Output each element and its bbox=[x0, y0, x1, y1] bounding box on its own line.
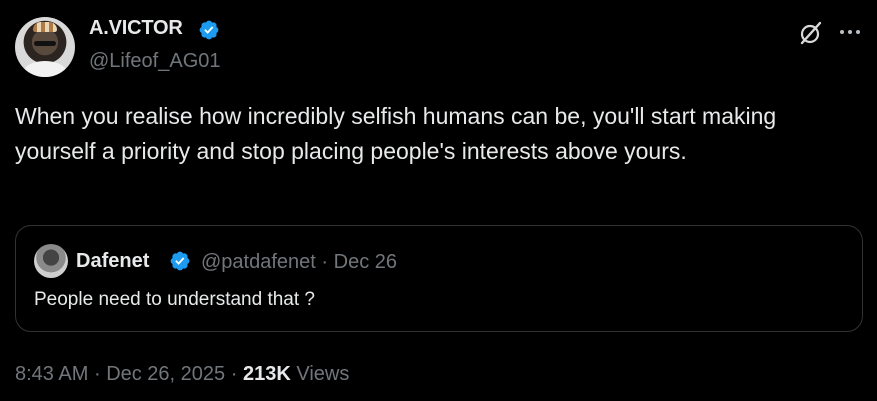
quoted-tweet-card[interactable]: Dafenet @patdafenet · Dec 26 People need… bbox=[15, 225, 863, 332]
quoted-meta: @patdafenet · Dec 26 bbox=[201, 251, 397, 274]
more-icon[interactable] bbox=[838, 22, 862, 42]
quoted-author-handle: @patdafenet bbox=[201, 251, 316, 273]
views-label: Views bbox=[296, 363, 350, 385]
tweet-date[interactable]: Dec 26, 2025 bbox=[106, 363, 225, 385]
author-avatar[interactable] bbox=[15, 17, 75, 77]
avatar-glasses bbox=[34, 41, 56, 46]
tweet-time[interactable]: 8:43 AM bbox=[15, 363, 88, 385]
footer-separator: · bbox=[230, 363, 238, 385]
quoted-author-avatar[interactable] bbox=[34, 244, 68, 278]
views-count: 213K bbox=[242, 363, 291, 385]
verified-badge-icon bbox=[170, 251, 190, 271]
tweet-text: When you realise how incredibly selfish … bbox=[15, 103, 777, 164]
footer-separator: · bbox=[93, 363, 101, 385]
grok-icon[interactable] bbox=[798, 20, 824, 46]
author-handle[interactable]: @Lifeof_AG01 bbox=[89, 50, 221, 73]
meta-separator: · bbox=[321, 251, 329, 273]
author-name[interactable]: A.VICTOR bbox=[89, 17, 183, 40]
quoted-tweet-text: People need to understand that ? bbox=[34, 289, 316, 310]
tweet-footer: 8:43 AM · Dec 26, 2025 · 213K Views bbox=[15, 363, 349, 386]
quoted-author-name: Dafenet bbox=[76, 250, 150, 272]
avatar-shirt bbox=[23, 61, 67, 77]
avatar-cap bbox=[33, 22, 57, 32]
verified-badge-icon bbox=[199, 20, 219, 40]
quoted-date[interactable]: Dec 26 bbox=[334, 251, 397, 273]
